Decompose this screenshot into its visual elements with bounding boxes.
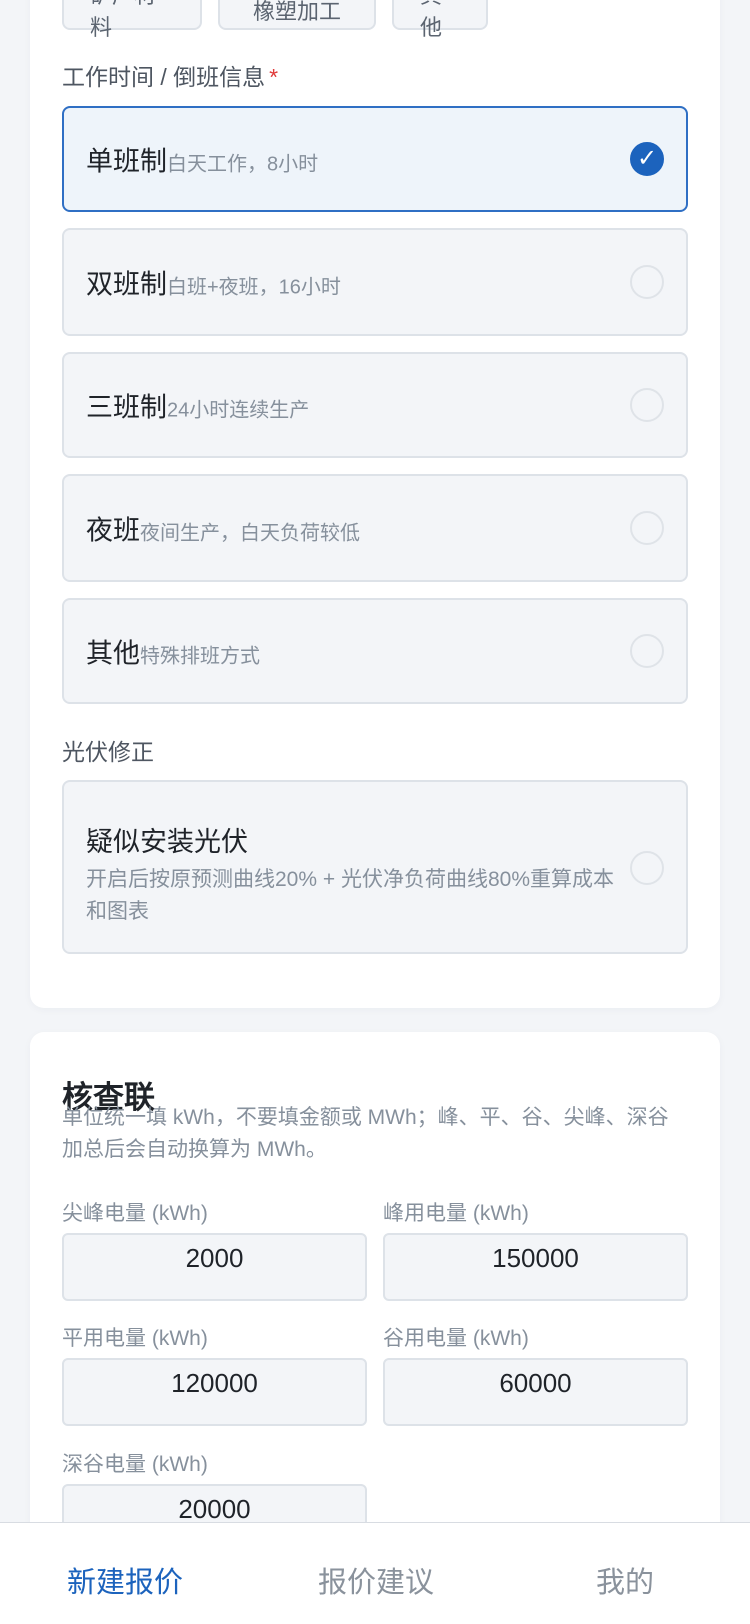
- deep-valley-label: 深谷电量 (kWh): [62, 1453, 208, 1476]
- shift-option-desc: 夜间生产，白天负荷较低: [140, 522, 360, 545]
- peak-top-input[interactable]: 2000: [62, 1233, 367, 1301]
- peak-top-label: 尖峰电量 (kWh): [62, 1202, 208, 1225]
- shift-option-desc: 24小时连续生产: [167, 399, 310, 422]
- nav-quote-advice[interactable]: 报价建议: [318, 1559, 434, 1601]
- bottom-nav: 新建报价 报价建议 我的: [0, 1522, 750, 1624]
- nav-new-quote[interactable]: 新建报价: [67, 1559, 183, 1601]
- shift-option-title: 双班制: [86, 269, 167, 300]
- shift-option-triple[interactable]: 三班制24小时连续生产: [62, 352, 688, 458]
- pv-section-label: 光伏修正: [62, 739, 154, 765]
- shift-option-night[interactable]: 夜班夜间生产，白天负荷较低: [62, 474, 688, 582]
- shift-option-desc: 白班+夜班，16小时: [167, 276, 341, 299]
- shift-option-desc: 白天工作，8小时: [167, 153, 319, 176]
- shift-option-title: 夜班: [86, 515, 140, 546]
- industry-chip-mineral[interactable]: 矿产材料: [62, 0, 202, 40]
- pv-option-title: 疑似安装光伏: [86, 827, 248, 857]
- radio-icon[interactable]: [630, 634, 664, 668]
- peak-label: 峰用电量 (kWh): [383, 1202, 529, 1225]
- pv-option-desc: 开启后按原预测曲线20% + 光伏净负荷曲线80%重算成本和图表: [86, 868, 614, 923]
- verification-note: 单位统一填 kWh，不要填金额或 MWh；峰、平、谷、尖峰、深谷加总后会自动换算…: [62, 1106, 669, 1161]
- shift-option-title: 其他: [86, 638, 140, 669]
- valley-label: 谷用电量 (kWh): [383, 1327, 529, 1350]
- peak-input[interactable]: 150000: [383, 1233, 688, 1301]
- industry-chip-row: 矿产材料 橡塑加工 其他: [62, 0, 488, 40]
- shift-option-title: 单班制: [86, 146, 167, 177]
- radio-icon[interactable]: [630, 851, 664, 885]
- flat-input[interactable]: 120000: [62, 1358, 367, 1426]
- required-mark: *: [269, 64, 279, 90]
- flat-label: 平用电量 (kWh): [62, 1327, 208, 1350]
- shift-option-other[interactable]: 其他特殊排班方式: [62, 598, 688, 704]
- radio-icon[interactable]: [630, 388, 664, 422]
- industry-chip-rubber-plastic[interactable]: 橡塑加工: [218, 0, 376, 30]
- shift-section-label-text: 工作时间 / 倒班信息: [62, 64, 266, 90]
- pv-suspected-option[interactable]: 疑似安装光伏 开启后按原预测曲线20% + 光伏净负荷曲线80%重算成本和图表: [62, 780, 688, 954]
- nav-mine[interactable]: 我的: [596, 1559, 654, 1601]
- radio-icon[interactable]: [630, 511, 664, 545]
- check-icon[interactable]: ✓: [630, 142, 664, 176]
- valley-input[interactable]: 60000: [383, 1358, 688, 1426]
- radio-icon[interactable]: [630, 265, 664, 299]
- shift-option-title: 三班制: [86, 392, 167, 423]
- shift-option-double[interactable]: 双班制白班+夜班，16小时: [62, 228, 688, 336]
- shift-option-single[interactable]: 单班制白天工作，8小时 ✓: [62, 106, 688, 212]
- industry-chip-other[interactable]: 其他: [392, 0, 488, 40]
- shift-section-label: 工作时间 / 倒班信息 *: [62, 58, 278, 92]
- shift-option-desc: 特殊排班方式: [140, 645, 260, 668]
